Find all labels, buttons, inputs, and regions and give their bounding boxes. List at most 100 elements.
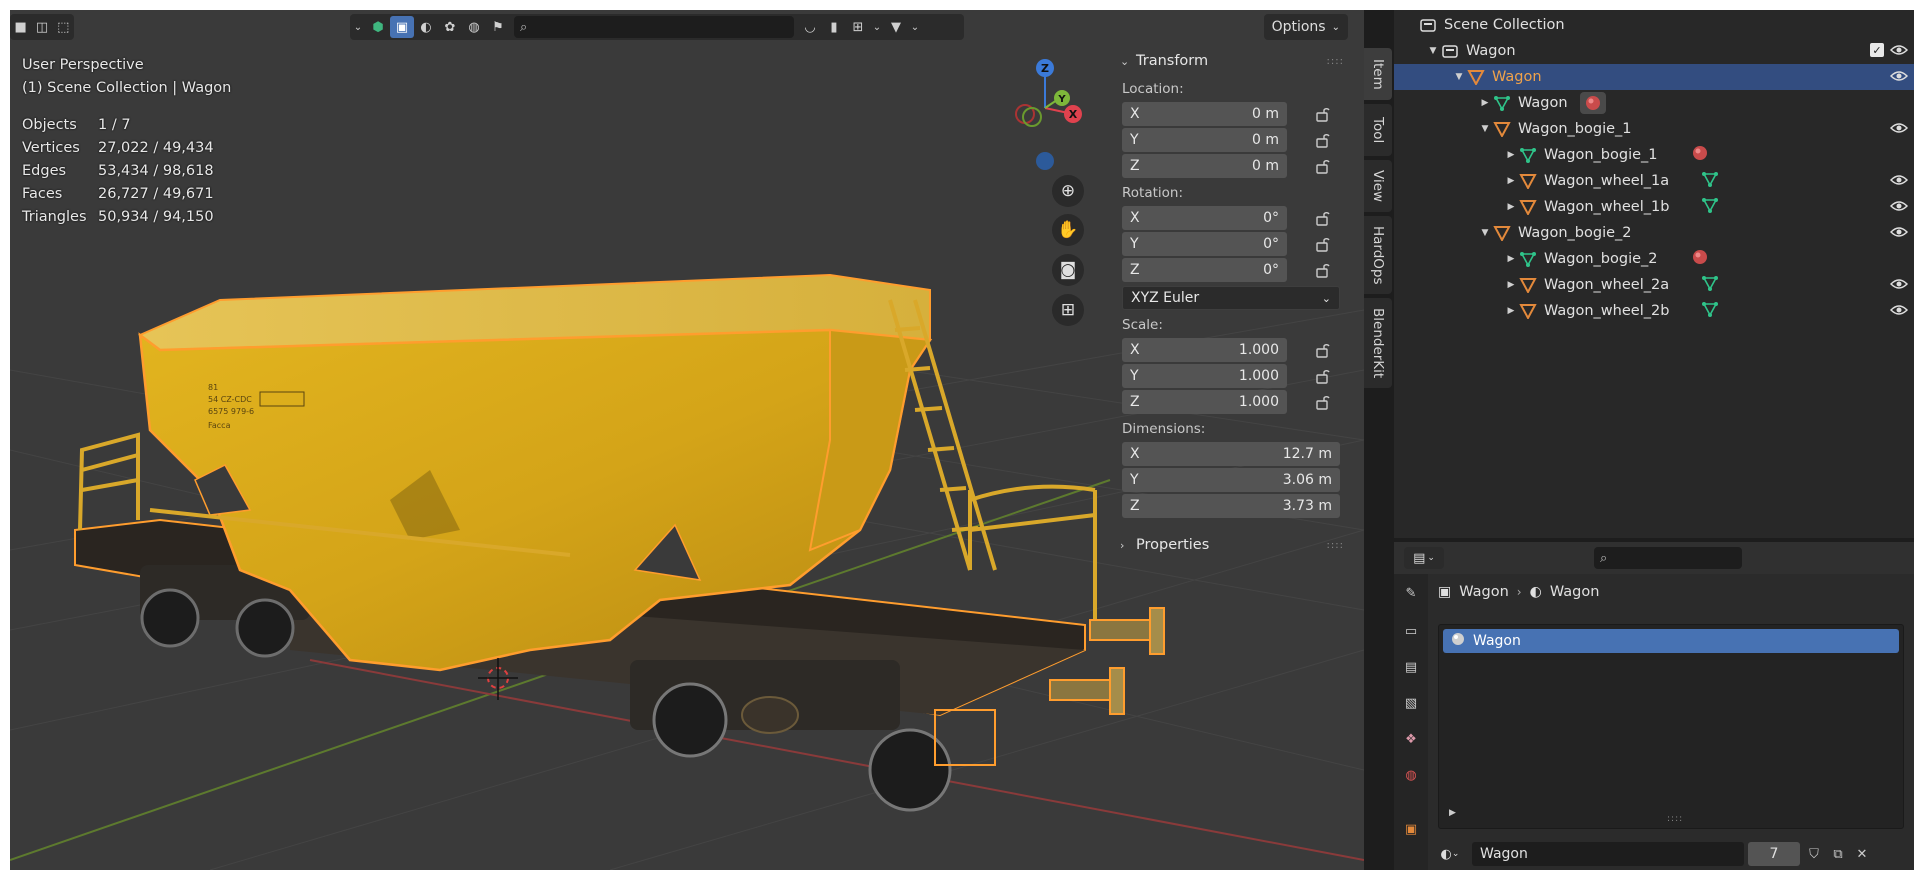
editor-type-dropdown[interactable]: ▤ ⌄ xyxy=(1404,547,1444,569)
tab-blenderkit[interactable]: BlenderKit xyxy=(1364,298,1392,388)
select-mode-subtract-icon[interactable]: ⬚ xyxy=(53,16,74,38)
triangle-right-icon[interactable]: ▶ xyxy=(1504,306,1518,316)
checkbox-icon[interactable]: ✓ xyxy=(1870,43,1884,57)
outliner-row-bogie-1-object[interactable]: ▼ Wagon_bogie_1 xyxy=(1394,116,1914,142)
gizmo-neg-z-axis[interactable] xyxy=(1036,152,1054,170)
eye-icon[interactable] xyxy=(1890,173,1908,187)
eye-icon[interactable] xyxy=(1890,121,1908,135)
scene-tab-icon[interactable]: ❖ xyxy=(1402,730,1420,748)
filter-toggle-icon[interactable]: ◡ xyxy=(798,16,822,38)
tab-view[interactable]: View xyxy=(1364,160,1392,212)
chevron-down-icon[interactable]: ⌄ xyxy=(908,16,922,38)
select-mode-extend-icon[interactable]: ◫ xyxy=(31,16,52,38)
output-tab-icon[interactable]: ▤ xyxy=(1402,658,1420,676)
outliner-row-wheel-2b[interactable]: ▶ Wagon_wheel_2b xyxy=(1394,298,1914,324)
unlock-icon[interactable] xyxy=(1314,342,1330,358)
chevron-down-icon[interactable]: ⌄ xyxy=(350,16,366,38)
object-tab-icon[interactable]: ▣ xyxy=(1402,820,1420,838)
unlock-icon[interactable] xyxy=(1314,132,1330,148)
view-layer-tab-icon[interactable]: ▧ xyxy=(1402,694,1420,712)
visibility-icon[interactable]: ⬢ xyxy=(366,16,390,38)
dimensions-y-input[interactable]: Y 3.06 m xyxy=(1122,468,1340,492)
select-mode-new-icon[interactable]: ■ xyxy=(10,16,31,38)
mesh-data-icon[interactable] xyxy=(1701,301,1719,321)
eye-icon[interactable] xyxy=(1890,277,1908,291)
render-icon[interactable]: ⚑ xyxy=(486,16,510,38)
scale-x-input[interactable]: X 1.000 xyxy=(1122,338,1287,362)
drag-grip-icon[interactable]: :::: xyxy=(1327,540,1354,551)
triangle-down-icon[interactable]: ▼ xyxy=(1426,46,1440,56)
world-tab-icon[interactable]: ◍ xyxy=(1402,766,1420,784)
outliner-row-bogie-2-object[interactable]: ▼ Wagon_bogie_2 xyxy=(1394,220,1914,246)
triangle-right-icon[interactable]: ▶ xyxy=(1504,176,1518,186)
rotation-z-input[interactable]: Z 0° xyxy=(1122,258,1287,282)
render-tab-icon[interactable]: ▭ xyxy=(1402,622,1420,640)
outliner-row-wagon-collection[interactable]: ▼ Wagon ✓ xyxy=(1394,38,1914,64)
fake-user-shield-icon[interactable]: ⛉ xyxy=(1804,847,1824,862)
tool-tab-icon[interactable]: ✎ xyxy=(1402,584,1420,602)
triangle-right-icon[interactable]: ▶ xyxy=(1478,98,1492,108)
outliner-row-wheel-1b[interactable]: ▶ Wagon_wheel_1b xyxy=(1394,194,1914,220)
material-icon[interactable] xyxy=(1692,249,1708,269)
triangle-right-icon[interactable]: ▶ xyxy=(1504,202,1518,212)
outliner-row-wheel-2a[interactable]: ▶ Wagon_wheel_2a xyxy=(1394,272,1914,298)
triangle-down-icon[interactable]: ▼ xyxy=(1478,124,1492,134)
outliner-row-scene-collection[interactable]: Scene Collection xyxy=(1394,12,1914,38)
gizmo-neg-y-axis[interactable] xyxy=(1022,107,1042,127)
tab-tool[interactable]: Tool xyxy=(1364,104,1392,156)
location-x-input[interactable]: X0 m xyxy=(1122,102,1287,126)
orthographic-grid-icon[interactable]: ⊞ xyxy=(1052,294,1084,326)
tab-hardops[interactable]: HardOps xyxy=(1364,216,1392,294)
navigation-gizmo[interactable]: Z X Y xyxy=(990,56,1100,176)
unlock-icon[interactable] xyxy=(1314,394,1330,410)
outliner-row-wagon-object[interactable]: ▼ Wagon xyxy=(1394,64,1914,90)
scale-y-input[interactable]: Y 1.000 xyxy=(1122,364,1287,388)
camera-icon[interactable]: ◙ xyxy=(1052,254,1084,286)
filter-icon[interactable]: ▼ xyxy=(884,16,908,38)
3d-viewport[interactable]: 81 54 CZ-CDC 6575 979-6 Facca ■ ◫ ⬚ ⌄ ⬢ … xyxy=(10,10,1364,870)
unlock-icon[interactable] xyxy=(1314,210,1330,226)
duplicate-icon[interactable]: ⧉ xyxy=(1828,847,1848,862)
rotation-mode-dropdown[interactable]: XYZ Euler ⌄ xyxy=(1122,286,1340,310)
properties-search-input[interactable]: ⌕ xyxy=(1594,547,1742,569)
bookmark-icon[interactable]: ▮ xyxy=(822,16,846,38)
shader-icon[interactable]: ✿ xyxy=(438,16,462,38)
rotation-x-input[interactable]: X 0° xyxy=(1122,206,1287,230)
rotation-y-input[interactable]: Y 0° xyxy=(1122,232,1287,256)
outliner-row-wheel-1a[interactable]: ▶ Wagon_wheel_1a xyxy=(1394,168,1914,194)
unlock-icon[interactable] xyxy=(1314,106,1330,122)
triangle-right-icon[interactable]: ▶ xyxy=(1449,808,1456,818)
unlock-icon[interactable] xyxy=(1314,368,1330,384)
material-icon[interactable] xyxy=(1692,145,1708,165)
chevron-down-icon[interactable]: ⌄ xyxy=(870,16,884,38)
material-icon[interactable] xyxy=(1579,92,1606,114)
triangle-down-icon[interactable]: ▼ xyxy=(1478,228,1492,238)
options-dropdown[interactable]: Options ⌄ xyxy=(1263,14,1348,40)
browse-material-button[interactable]: ◐ ⌄ xyxy=(1432,842,1468,866)
mesh-data-icon[interactable] xyxy=(1701,197,1719,217)
material-preview-icon[interactable]: ◐ xyxy=(414,16,438,38)
tab-item[interactable]: Item xyxy=(1364,48,1392,100)
outliner-row-bogie-2-mesh[interactable]: ▶ Wagon_bogie_2 xyxy=(1394,246,1914,272)
transform-panel-header[interactable]: ⌄ Transform :::: xyxy=(1118,48,1354,74)
resize-grip-icon[interactable]: :::: xyxy=(1667,814,1683,824)
close-icon[interactable]: ✕ xyxy=(1852,847,1872,862)
mesh-data-icon[interactable] xyxy=(1701,171,1719,191)
eye-icon[interactable] xyxy=(1890,69,1908,83)
material-slot-item[interactable]: Wagon xyxy=(1443,629,1899,653)
dimensions-x-input[interactable]: X 12.7 m xyxy=(1122,442,1340,466)
triangle-right-icon[interactable]: ▶ xyxy=(1504,150,1518,160)
solid-shading-icon[interactable]: ▣ xyxy=(390,16,414,38)
scale-z-input[interactable]: Z 1.000 xyxy=(1122,390,1287,414)
unlock-icon[interactable] xyxy=(1314,158,1330,174)
hierarchy-icon[interactable]: ⊞ xyxy=(846,16,870,38)
triangle-down-icon[interactable]: ▼ xyxy=(1452,72,1466,82)
material-name-field[interactable]: Wagon xyxy=(1472,842,1744,866)
properties-panel-header[interactable]: › Properties :::: xyxy=(1118,532,1354,558)
world-icon[interactable]: ◍ xyxy=(462,16,486,38)
zoom-icon[interactable]: ⊕ xyxy=(1052,175,1084,207)
mesh-data-icon[interactable] xyxy=(1701,275,1719,295)
eye-icon[interactable] xyxy=(1890,43,1908,57)
location-y-input[interactable]: Y0 m xyxy=(1122,128,1287,152)
drag-grip-icon[interactable]: :::: xyxy=(1327,56,1354,67)
